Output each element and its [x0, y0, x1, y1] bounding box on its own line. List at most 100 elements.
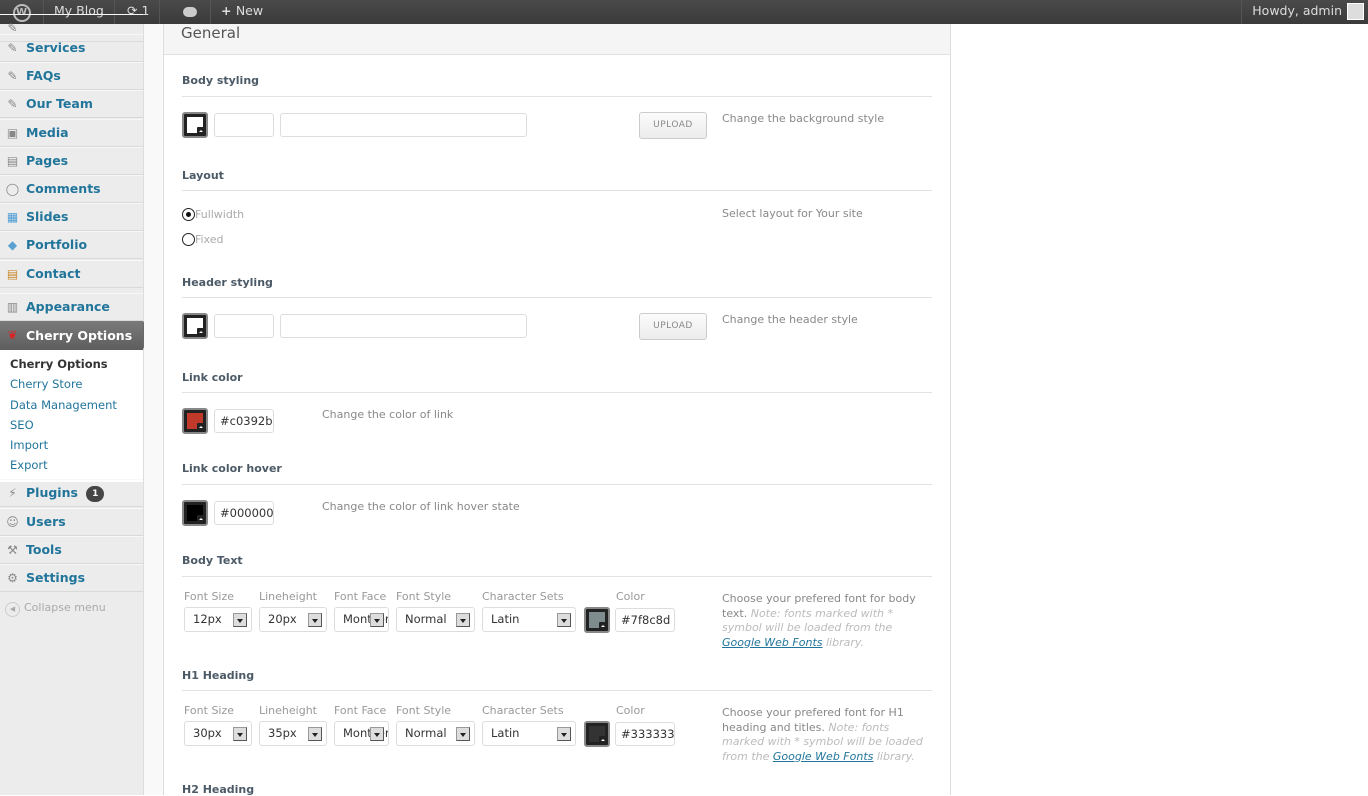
google-web-fonts-link[interactable]: Google Web Fonts [773, 750, 873, 763]
new-content-link[interactable]: + New [211, 0, 273, 24]
sidebar-item-contact[interactable]: ▤ Contact [0, 260, 143, 288]
select-value: 12px [193, 612, 222, 626]
link-hover-heading: Link color hover [182, 462, 282, 475]
submenu-import[interactable]: Import [10, 438, 48, 452]
submenu-cherry-options[interactable]: Cherry Options [10, 357, 108, 371]
divider [182, 576, 932, 577]
body-font-size-select[interactable]: 12px [184, 607, 252, 632]
swatch-arrow-icon [197, 515, 204, 522]
header-color-swatch[interactable] [182, 313, 208, 339]
layout-fixed-label[interactable]: Fixed [195, 233, 224, 246]
header-upload-button[interactable]: UPLOAD [639, 313, 707, 340]
sidebar-item-our-team[interactable]: ✎ Our Team [0, 90, 143, 118]
avatar [1347, 3, 1364, 20]
panel-title: General [181, 24, 241, 42]
media-icon: ▣ [6, 126, 19, 140]
plugins-icon: ⚡ [8, 486, 17, 500]
options-panel [163, 24, 951, 795]
dropdown-arrow-icon [557, 727, 571, 741]
font-face-label: Font Face [334, 590, 387, 603]
sidebar-item-comments[interactable]: ◯ Comments [0, 175, 143, 203]
body-upload-button[interactable]: UPLOAD [639, 112, 707, 139]
my-account-link[interactable]: Howdy, admin [1241, 0, 1368, 24]
link-color-heading: Link color [182, 371, 243, 384]
sidebar-item-label: Tools [26, 542, 62, 557]
slides-icon: ▦ [6, 210, 19, 224]
link-hover-description: Change the color of link hover state [322, 500, 520, 513]
collapse-menu-button[interactable]: ◀ Collapse menu [5, 601, 106, 617]
sidebar-item-settings[interactable]: ⚙ Settings [0, 564, 143, 592]
settings-icon: ⚙ [7, 571, 18, 585]
h1-lineheight-select[interactable]: 35px [259, 721, 327, 746]
sidebar-item-users[interactable]: ☺ Users [0, 508, 143, 536]
h1-font-style-select[interactable]: Normal [396, 721, 475, 746]
body-image-input[interactable] [280, 113, 527, 137]
sidebar-item-slides[interactable]: ▦ Slides [0, 203, 143, 231]
header-color-input[interactable] [214, 314, 274, 338]
content-gutter [144, 24, 163, 795]
sidebar-item-plugins[interactable]: ⚡ Plugins 1 [0, 479, 143, 507]
layout-description: Select layout for Your site [722, 207, 863, 220]
appearance-icon: ▥ [6, 300, 19, 314]
users-icon: ☺ [6, 515, 19, 529]
body-color-input[interactable] [214, 113, 274, 137]
link-color-description: Change the color of link [322, 408, 454, 421]
lineheight-label: Lineheight [259, 704, 317, 717]
sidebar-item-media[interactable]: ▣ Media [0, 119, 143, 147]
sidebar-item-cherry-options[interactable]: ❦ Cherry Options [0, 321, 152, 350]
body-styling-description: Change the background style [722, 112, 885, 125]
sidebar-item-label: Comments [26, 181, 101, 196]
h1-font-size-select[interactable]: 30px [184, 721, 252, 746]
submenu-data-management[interactable]: Data Management [10, 398, 117, 412]
sidebar-item-pages[interactable]: ▤ Pages [0, 147, 143, 175]
h1-color-input[interactable]: #333333 [615, 722, 675, 746]
select-value: Normal [405, 726, 447, 740]
h1-heading-label: H1 Heading [182, 669, 255, 682]
sidebar-item-services[interactable]: ✎ Services [0, 34, 143, 62]
h1-font-face-select[interactable]: Montserrat [334, 721, 389, 746]
sidebar-item-faqs[interactable]: ✎ FAQs [0, 62, 143, 90]
link-hover-swatch[interactable] [182, 500, 208, 526]
body-charset-select[interactable]: Latin [482, 607, 576, 632]
layout-fullwidth-radio[interactable] [182, 208, 195, 221]
google-web-fonts-link[interactable]: Google Web Fonts [722, 636, 822, 649]
font-face-label: Font Face [334, 704, 387, 717]
sidebar-item-appearance[interactable]: ▥ Appearance [0, 293, 143, 321]
header-image-input[interactable] [280, 314, 527, 338]
font-size-label: Font Size [184, 590, 235, 603]
body-color-swatch[interactable] [182, 112, 208, 138]
sidebar-item-portfolio[interactable]: ◆ Portfolio [0, 231, 143, 259]
layout-fullwidth-label[interactable]: Fullwidth [195, 208, 244, 221]
collapse-arrow-icon: ◀ [5, 602, 20, 617]
body-text-color-swatch[interactable] [584, 607, 610, 633]
layout-fixed-radio[interactable] [182, 233, 195, 246]
submenu-cherry-store[interactable]: Cherry Store [10, 377, 83, 391]
body-font-style-select[interactable]: Normal [396, 607, 475, 632]
submenu-export[interactable]: Export [10, 458, 48, 472]
h1-color-swatch[interactable] [584, 721, 610, 747]
comment-bubble-icon [183, 7, 197, 17]
select-value: Latin [491, 612, 520, 626]
select-value: 35px [268, 726, 297, 740]
divider [182, 96, 932, 97]
select-value: Normal [405, 612, 447, 626]
swatch-arrow-icon [197, 127, 204, 134]
sidebar-item-label: Users [26, 514, 66, 529]
body-lineheight-select[interactable]: 20px [259, 607, 327, 632]
divider [182, 690, 932, 691]
h1-charset-select[interactable]: Latin [482, 721, 576, 746]
desc-tail: library. [825, 635, 865, 649]
body-font-face-select[interactable]: Montserrat [334, 607, 389, 632]
body-text-color-input[interactable]: #7f8c8d [615, 608, 675, 632]
pages-icon: ▤ [6, 154, 19, 168]
link-hover-input[interactable]: #000000 [214, 501, 274, 525]
sidebar-item-tools[interactable]: ⚒ Tools [0, 536, 143, 564]
select-value: Latin [491, 726, 520, 740]
swatch-arrow-icon [599, 622, 606, 629]
sidebar-item-label: Cherry Options [26, 328, 133, 343]
comments-link[interactable] [170, 0, 211, 24]
link-color-input[interactable]: #c0392b [214, 409, 274, 433]
link-color-swatch[interactable] [182, 408, 208, 434]
lineheight-label: Lineheight [259, 590, 317, 603]
submenu-seo[interactable]: SEO [10, 418, 34, 432]
